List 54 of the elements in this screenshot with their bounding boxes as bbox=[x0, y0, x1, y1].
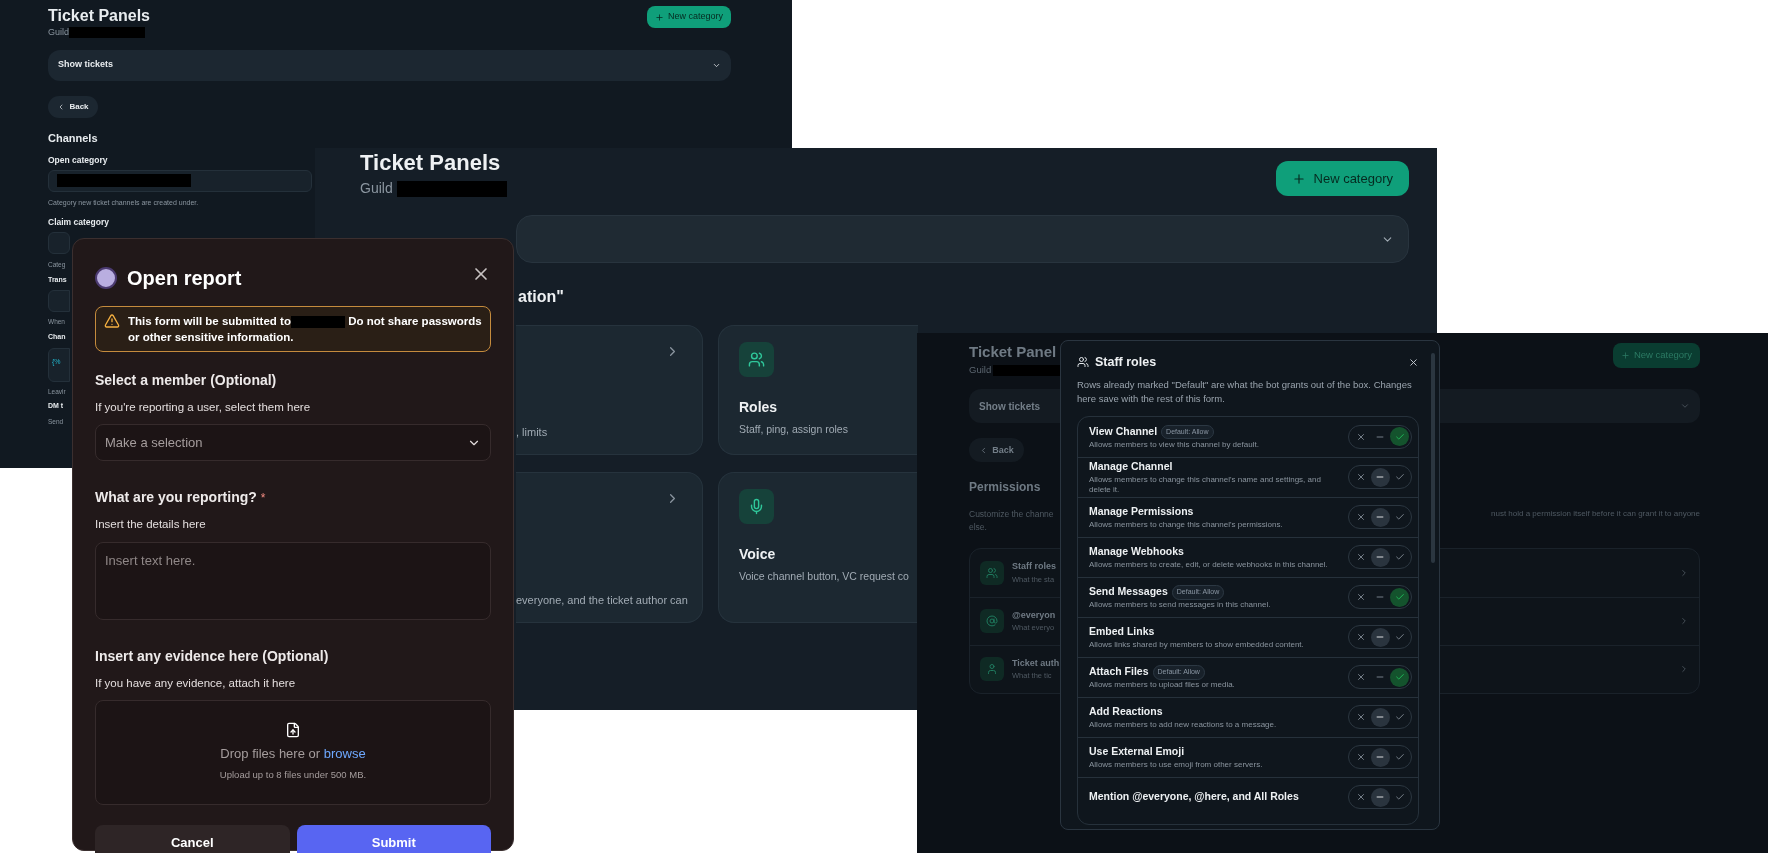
description-text: Customize the channe bbox=[969, 508, 1055, 521]
permission-name: Manage Channel bbox=[1089, 459, 1173, 475]
page-title: Ticket Panels bbox=[360, 149, 502, 177]
modal-title: Staff roles bbox=[1095, 354, 1157, 371]
permission-description: Allows members to create, edit, or delete webhooks in this channel. bbox=[1089, 560, 1329, 571]
dialog-title: Open report bbox=[127, 266, 242, 291]
permission-description: Allows members to change this channel's permissions. bbox=[1089, 520, 1284, 531]
row-title: Staff roles bbox=[1012, 560, 1056, 574]
field-label: Insert any evidence here (Optional) bbox=[95, 646, 329, 666]
row-title: @everyon bbox=[1012, 608, 1056, 622]
field-hint: If you're reporting a user, select them here bbox=[95, 400, 312, 415]
field-label: Open category bbox=[48, 154, 108, 167]
field-label: What are you reporting? bbox=[95, 488, 257, 508]
field-label: Claim category bbox=[48, 216, 109, 229]
guild-label: Guild bbox=[969, 363, 992, 377]
permission-name: Manage Permissions bbox=[1089, 504, 1194, 520]
warning-text: This form will be submitted to Do not share passwords or other sensitive information. bbox=[128, 314, 482, 345]
description-text: else. bbox=[969, 521, 988, 534]
card-subtitle: everyone, and the ticket author can bbox=[516, 592, 689, 608]
permission-description: Allows members to change this channel's name and settings, and delete it. bbox=[1089, 475, 1322, 496]
permission-name: Manage Webhooks bbox=[1089, 544, 1184, 560]
section-title: Permissions bbox=[969, 479, 1041, 497]
section-heading: ation" bbox=[518, 287, 564, 307]
row-title: Ticket auth bbox=[1012, 656, 1060, 670]
card-title: Voice bbox=[739, 545, 777, 564]
card-subtitle: Staff, ping, assign roles bbox=[739, 422, 849, 437]
guild-label: Guild bbox=[48, 26, 69, 39]
permission-description: Allows members to use emoji from other servers. bbox=[1089, 760, 1264, 771]
permission-name: View Channel bbox=[1089, 423, 1158, 439]
permission-name: Add Reactions bbox=[1089, 704, 1163, 720]
drop-text: Drop files here or browse bbox=[220, 745, 366, 764]
field-hint: If you have any evidence, attach it here bbox=[95, 675, 297, 691]
card-subtitle: Voice channel button, VC request co bbox=[739, 569, 910, 584]
page-title: Ticket Panels bbox=[48, 6, 150, 26]
card-title: Roles bbox=[739, 398, 779, 417]
upload-limit: Upload up to 8 files under 500 MB. bbox=[219, 767, 367, 782]
permission-name: Embed Links bbox=[1089, 624, 1155, 640]
permission-name: Mention @everyone, @here, and All Roles bbox=[1089, 789, 1299, 805]
field-hint: Insert the details here bbox=[95, 517, 207, 533]
section-title: Channels bbox=[48, 130, 99, 146]
permission-description: Allows members to send messages in this channel. bbox=[1089, 600, 1272, 611]
required-asterisk: * bbox=[260, 489, 266, 507]
field-label: Select a member (Optional) bbox=[95, 371, 277, 390]
permission-name: Attach Files bbox=[1089, 664, 1149, 680]
guild-label: Guild bbox=[360, 179, 393, 198]
modal-description: Rows already marked "Default" are what the bot grants out of the box. Changes here save with the rest of this form. bbox=[1077, 377, 1413, 406]
permission-description: Allows members to upload files or media. bbox=[1089, 680, 1236, 691]
permission-name: Send Messages bbox=[1089, 584, 1168, 600]
permission-description: Allows members to add new reactions to a message. bbox=[1089, 720, 1278, 731]
permission-description: Allows links shared by members to show embedded content. bbox=[1089, 640, 1305, 651]
permission-name: Use External Emoji bbox=[1089, 744, 1185, 760]
page-title: Ticket Panel bbox=[969, 342, 1058, 362]
card-subtitle: , limits bbox=[516, 424, 549, 440]
permission-description: Allows members to view this channel by default. bbox=[1089, 439, 1260, 450]
